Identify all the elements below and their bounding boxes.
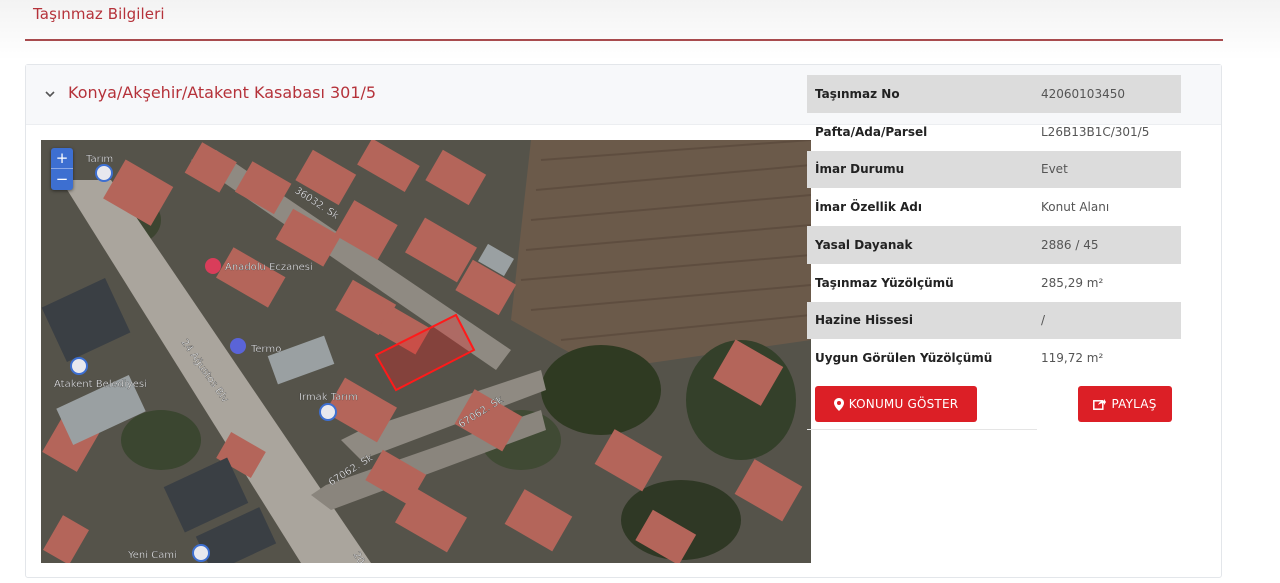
detail-label: Uygun Görülen Yüzölçümü — [815, 351, 993, 366]
detail-row: Hazine Hissesi / — [807, 301, 1181, 340]
page-title: Taşınmaz Bilgileri — [33, 5, 165, 23]
map-zoom-control: + − — [51, 148, 73, 190]
detail-value: 285,29 m² — [1041, 275, 1104, 290]
share-label: PAYLAŞ — [1111, 397, 1157, 411]
detail-row: Taşınmaz No 42060103450 — [807, 75, 1181, 113]
property-title[interactable]: Konya/Akşehir/Atakent Kasabası 301/5 — [68, 83, 376, 102]
map-label-belediye: Atakent Belediyesi — [54, 379, 147, 390]
top-background — [0, 0, 1280, 60]
detail-row: Taşınmaz Yüzölçümü 285,29 m² — [807, 264, 1181, 302]
detail-label: Yasal Dayanak — [815, 237, 913, 252]
map-label-tarim: Tarım — [85, 154, 113, 165]
detail-value: Konut Alanı — [1041, 200, 1110, 215]
map-marker-icon — [833, 397, 844, 411]
satellite-map[interactable]: Tarım 36032. Sk Anadolu Eczanesi Termo A… — [41, 140, 811, 563]
show-location-label: KONUMU GÖSTER — [848, 397, 959, 411]
property-details-table: Taşınmaz No 42060103450 Pafta/Ada/Parsel… — [807, 75, 1181, 377]
detail-label: Pafta/Ada/Parsel — [815, 124, 928, 139]
detail-value: Evet — [1041, 162, 1068, 177]
map-label-irmak: Irmak Tarım — [299, 392, 358, 403]
map-label-termo: Termo — [250, 344, 281, 355]
map-label-eczane: Anadolu Eczanesi — [225, 262, 313, 273]
title-divider — [25, 39, 1223, 41]
map-label-yeni-cami: Yeni Cami — [127, 550, 177, 561]
detail-row: Pafta/Ada/Parsel L26B13B1C/301/5 — [807, 113, 1181, 151]
zoom-out-button[interactable]: − — [51, 168, 73, 189]
detail-row: İmar Özellik Adı Konut Alanı — [807, 188, 1181, 226]
detail-value: L26B13B1C/301/5 — [1041, 124, 1150, 139]
zoom-in-button[interactable]: + — [51, 148, 73, 168]
detail-row: Yasal Dayanak 2886 / 45 — [807, 226, 1181, 264]
detail-label: İmar Özellik Adı — [815, 200, 922, 215]
share-button[interactable]: PAYLAŞ — [1078, 386, 1172, 422]
detail-value: / — [1041, 313, 1046, 328]
detail-value: 2886 / 45 — [1041, 237, 1099, 252]
detail-value: 119,72 m² — [1041, 351, 1104, 366]
divider — [807, 429, 1037, 430]
detail-value: 42060103450 — [1041, 86, 1125, 101]
chevron-down-icon[interactable] — [43, 87, 57, 101]
detail-row: İmar Durumu Evet — [807, 150, 1181, 189]
detail-label: Taşınmaz Yüzölçümü — [815, 275, 954, 290]
detail-label: İmar Durumu — [815, 162, 905, 177]
detail-row: Uygun Görülen Yüzölçümü 119,72 m² — [807, 339, 1181, 377]
detail-label: Taşınmaz No — [815, 86, 900, 101]
share-icon — [1093, 399, 1107, 410]
show-location-button[interactable]: KONUMU GÖSTER — [815, 386, 977, 422]
detail-label: Hazine Hissesi — [815, 313, 913, 328]
